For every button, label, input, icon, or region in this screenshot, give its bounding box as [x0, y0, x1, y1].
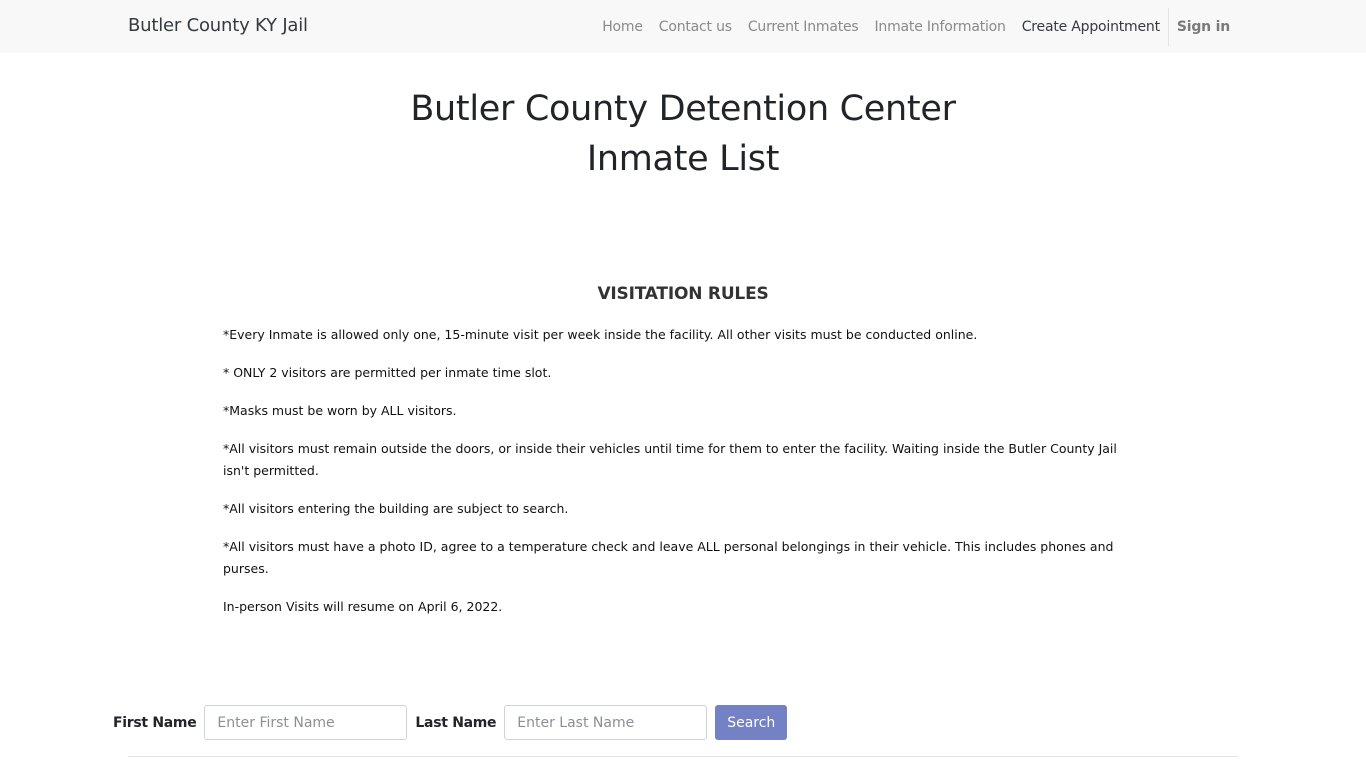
- top-navbar: Butler County KY Jail Home Contact us Cu…: [0, 0, 1366, 53]
- rule-item: In-person Visits will resume on April 6,…: [223, 599, 503, 614]
- brand-link[interactable]: Butler County KY Jail: [128, 15, 308, 36]
- nav-current-inmates-link[interactable]: Current Inmates: [740, 19, 867, 35]
- nav-links: Home Contact us Current Inmates Inmate I…: [594, 0, 1238, 53]
- page-title-line1: Butler County Detention Center: [410, 89, 956, 129]
- last-name-input[interactable]: [504, 705, 708, 740]
- page-title: Butler County Detention Center Inmate Li…: [0, 84, 1366, 184]
- nav-contact-link[interactable]: Contact us: [651, 19, 740, 35]
- visitation-rules-list: *Every Inmate is allowed only one, 15-mi…: [223, 324, 1123, 634]
- nav-inmate-information-link[interactable]: Inmate Information: [867, 19, 1014, 35]
- rule-item: *All visitors must remain outside the do…: [223, 441, 1117, 478]
- search-button[interactable]: Search: [715, 705, 788, 740]
- rule-item: *All visitors must have a photo ID, agre…: [223, 539, 1114, 576]
- page-title-line2: Inmate List: [586, 139, 780, 179]
- first-name-input[interactable]: [204, 705, 408, 740]
- rule-item: *Masks must be worn by ALL visitors.: [223, 403, 457, 418]
- rule-item: *All visitors entering the building are …: [223, 501, 569, 516]
- sign-in-link[interactable]: Sign in: [1169, 19, 1238, 35]
- last-name-label: Last Name: [415, 714, 497, 731]
- rule-item: * ONLY 2 visitors are permitted per inma…: [223, 365, 552, 380]
- nav-create-appointment-link[interactable]: Create Appointment: [1014, 19, 1168, 35]
- rule-item: *Every Inmate is allowed only one, 15-mi…: [223, 327, 978, 342]
- horizontal-divider: [128, 756, 1238, 757]
- first-name-label: First Name: [113, 714, 197, 731]
- visitation-rules-heading: VISITATION RULES: [597, 284, 769, 304]
- inmate-search-form: First Name Last Name Search: [113, 705, 788, 740]
- nav-home-link[interactable]: Home: [594, 19, 651, 35]
